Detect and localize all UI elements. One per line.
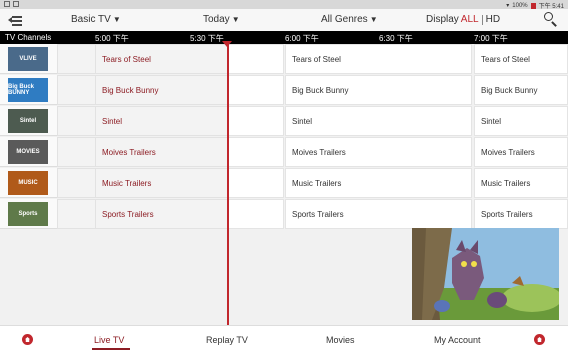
program-cell[interactable]: Moives Trailers	[285, 137, 472, 167]
channel-row: MUSIC Music Trailers Music Trailers Musi…	[0, 168, 568, 198]
time-header: TV Channels 5:00 下午 5:30 下午 6:00 下午 6:30…	[0, 31, 568, 44]
program-cell[interactable]: Music Trailers	[285, 168, 472, 198]
tab-my-account[interactable]: My Account	[434, 335, 481, 345]
program-blank	[228, 44, 284, 74]
display-label: Display	[426, 14, 459, 25]
day-label: Today	[203, 14, 230, 25]
channel-row: Sintel Sintel Sintel Sintel	[0, 106, 568, 136]
program-blank	[228, 137, 284, 167]
program-cell[interactable]: Sports Trailers	[474, 199, 568, 229]
channel-logo: Sports	[8, 202, 48, 226]
battery-icon	[530, 2, 536, 9]
channel-group-dropdown[interactable]: Basic TV ▼	[71, 14, 121, 25]
tab-replay-tv[interactable]: Replay TV	[206, 335, 248, 345]
program-cell[interactable]: Tears of Steel	[95, 44, 228, 74]
channel-cell[interactable]: MUSIC	[0, 168, 57, 198]
program-cell[interactable]: Music Trailers	[474, 168, 568, 198]
active-tab-indicator	[92, 348, 130, 350]
channel-logo: Big Buck BUNNY	[8, 78, 48, 102]
home-icon[interactable]	[22, 334, 33, 345]
top-nav: Basic TV ▼ Today ▼ All Genres ▼ Display …	[0, 9, 568, 31]
day-dropdown[interactable]: Today ▼	[203, 14, 240, 25]
channel-cell[interactable]: Big Buck BUNNY	[0, 75, 57, 105]
notification-icon	[13, 1, 19, 7]
search-icon[interactable]	[544, 12, 558, 27]
channel-logo: MUSIC	[8, 171, 48, 195]
program-cell[interactable]: Sintel	[285, 106, 472, 136]
wifi-icon: ▾	[506, 3, 510, 9]
program-cell[interactable]: Big Buck Bunny	[474, 75, 568, 105]
divider	[481, 14, 483, 25]
channel-row: Big Buck BUNNY Big Buck Bunny Big Buck B…	[0, 75, 568, 105]
channel-logo: MOVIES	[8, 140, 48, 164]
chevron-down-icon: ▼	[369, 15, 378, 24]
channel-cell[interactable]: MOVIES	[0, 137, 57, 167]
epg-grid: VLIVE Tears of Steel Tears of Steel Tear…	[0, 44, 568, 232]
menu-icon[interactable]	[8, 14, 22, 26]
channel-row: MOVIES Moives Trailers Moives Trailers M…	[0, 137, 568, 167]
time-slot: 5:00 下午	[95, 34, 129, 43]
current-time-marker	[222, 41, 232, 47]
time-slot: 6:00 下午	[285, 34, 319, 43]
program-blank	[57, 168, 96, 198]
video-frame-image	[412, 228, 559, 320]
program-blank	[57, 199, 96, 229]
program-blank	[57, 137, 96, 167]
program-cell[interactable]: Moives Trailers	[95, 137, 228, 167]
channel-cell[interactable]: VLIVE	[0, 44, 57, 74]
video-preview[interactable]	[412, 228, 559, 320]
time-slot: 6:30 下午	[379, 34, 413, 43]
program-cell[interactable]: Moives Trailers	[474, 137, 568, 167]
bottom-nav: Live TV Replay TV Movies My Account	[0, 325, 568, 355]
program-cell[interactable]: Music Trailers	[95, 168, 228, 198]
notification-icon	[4, 1, 10, 7]
display-hd-toggle[interactable]: HD	[486, 14, 500, 25]
program-cell[interactable]: Tears of Steel	[285, 44, 472, 74]
time-slot: 7:00 下午	[474, 34, 508, 43]
channel-logo: VLIVE	[8, 47, 48, 71]
status-bar: ▾ 100% 下午 5:41	[0, 0, 568, 10]
genre-label: All Genres	[321, 14, 368, 25]
program-blank	[228, 168, 284, 198]
app-root: ▾ 100% 下午 5:41 Basic TV ▼ Today ▼ All Ge…	[0, 0, 568, 355]
program-blank	[228, 199, 284, 229]
battery-level: 100%	[512, 2, 528, 9]
current-time-line	[227, 44, 229, 325]
home-icon[interactable]	[534, 334, 545, 345]
program-blank	[57, 44, 96, 74]
program-blank	[57, 75, 96, 105]
program-cell[interactable]: Sports Trailers	[285, 199, 472, 229]
channel-row: Sports Sports Trailers Sports Trailers S…	[0, 199, 568, 229]
program-cell[interactable]: Sintel	[95, 106, 228, 136]
program-blank	[57, 106, 96, 136]
tab-movies[interactable]: Movies	[326, 335, 355, 345]
program-cell[interactable]: Tears of Steel	[474, 44, 568, 74]
program-blank	[228, 106, 284, 136]
chevron-down-icon: ▼	[112, 15, 121, 24]
time-slot: 5:30 下午	[190, 34, 224, 43]
display-filter: Display ALL HD	[426, 14, 500, 25]
channel-cell[interactable]: Sports	[0, 199, 57, 229]
channel-row: VLIVE Tears of Steel Tears of Steel Tear…	[0, 44, 568, 74]
tv-channels-label: TV Channels	[5, 33, 52, 42]
status-icons-left	[4, 1, 19, 7]
chevron-down-icon: ▼	[231, 15, 240, 24]
program-cell[interactable]: Sintel	[474, 106, 568, 136]
genre-dropdown[interactable]: All Genres ▼	[321, 14, 378, 25]
program-blank	[228, 75, 284, 105]
tab-live-tv[interactable]: Live TV	[94, 335, 124, 345]
program-cell[interactable]: Big Buck Bunny	[95, 75, 228, 105]
channel-logo: Sintel	[8, 109, 48, 133]
program-cell[interactable]: Big Buck Bunny	[285, 75, 472, 105]
program-cell[interactable]: Sports Trailers	[95, 199, 228, 229]
channel-group-label: Basic TV	[71, 14, 111, 25]
display-all-toggle[interactable]: ALL	[461, 14, 479, 25]
channel-cell[interactable]: Sintel	[0, 106, 57, 136]
